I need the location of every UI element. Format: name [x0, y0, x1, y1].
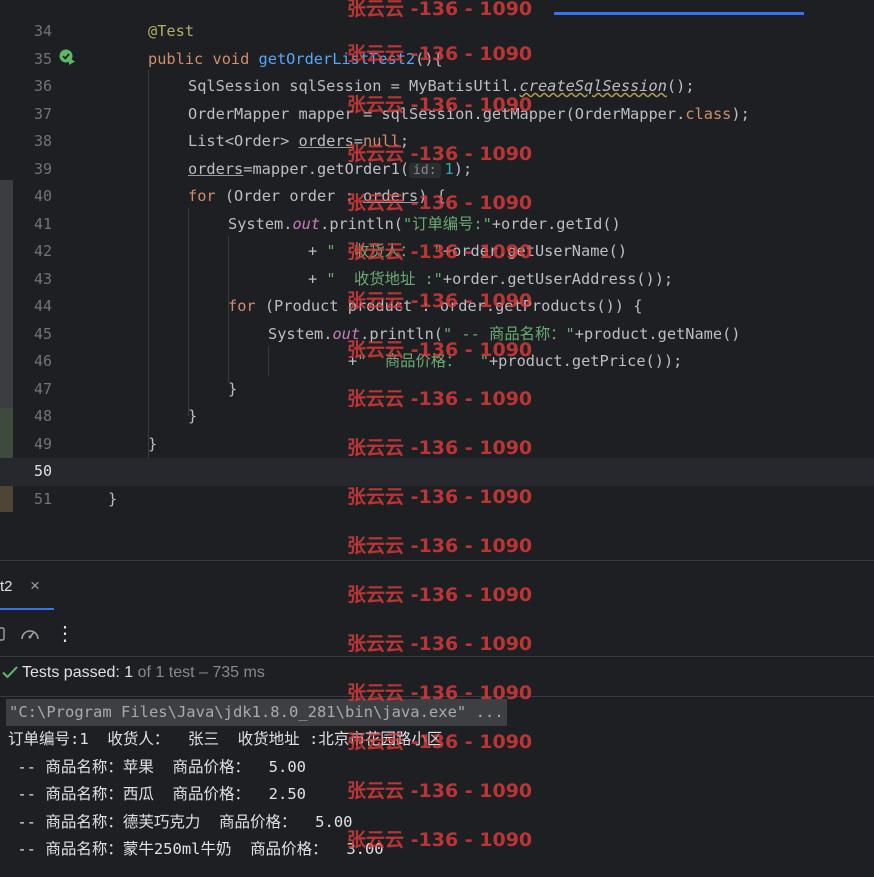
line-number: 39 [33, 159, 52, 178]
line-number: 43 [33, 269, 52, 288]
code-text: +" 商品价格： "+product.getPrice()); [348, 352, 683, 370]
code-line[interactable]: 46 +" 商品价格： "+product.getPrice()); [0, 348, 874, 376]
code-line[interactable]: 42 + " 收货人： "+order.getUserName() [0, 238, 874, 266]
code-line[interactable]: 39 orders=mapper.getOrder1(id: 1); [0, 156, 874, 184]
code-text: OrderMapper mapper = sqlSession.getMappe… [188, 104, 750, 123]
console-line: -- 商品名称：苹果 商品价格： 5.00 [8, 757, 306, 776]
code-line[interactable]: 45 System.out.println(" -- 商品名称："+produc… [0, 321, 874, 349]
code-text: for (Product product : order.getProducts… [228, 297, 643, 315]
line-number: 41 [33, 214, 52, 233]
line-number: 38 [33, 132, 52, 150]
line-number: 35 [33, 49, 52, 68]
code-editor[interactable]: 34 @Test 35 public void getOrderListTest… [0, 0, 874, 560]
code-text: } [228, 379, 238, 398]
code-line[interactable]: 47 } [0, 376, 874, 404]
line-number: 48 [33, 407, 52, 425]
line-number: 44 [33, 297, 52, 315]
code-line[interactable]: 40 for (Order order : orders) { [0, 183, 874, 211]
run-tab-label[interactable]: t2 [0, 578, 13, 595]
test-status-text: Tests passed: 1 of 1 test – 735 ms [22, 664, 265, 681]
line-number: 37 [33, 104, 52, 123]
run-toolbar: ⋮ [0, 612, 874, 657]
code-text: + " 收货地址 :"+order.getUserAddress()); [308, 269, 674, 288]
line-number: 51 [33, 489, 52, 508]
line-number: 36 [33, 77, 52, 95]
code-line[interactable]: 36 SqlSession sqlSession = MyBatisUtil.c… [0, 73, 874, 101]
code-line[interactable]: 37 OrderMapper mapper = sqlSession.getMa… [0, 101, 874, 129]
code-text: for (Order order : orders) { [188, 187, 446, 205]
code-line[interactable]: 44 for (Product product : order.getProdu… [0, 293, 874, 321]
console-command-line[interactable]: "C:\Program Files\Java\jdk1.8.0_281\bin\… [6, 699, 507, 726]
console-line: 订单编号:1 收货人： 张三 收货地址 :北京市花园路小区 [8, 730, 443, 748]
parameter-hint: id: [409, 162, 441, 178]
run-test-icon[interactable] [58, 48, 76, 66]
code-line-current[interactable]: 50 [0, 458, 874, 486]
code-line[interactable]: 35 public void getOrderListTest2(){ [0, 46, 874, 74]
active-tab-indicator [0, 608, 54, 610]
code-line[interactable]: 41 System.out.println("订单编号:"+order.getI… [0, 211, 874, 239]
code-text: public void getOrderListTest2(){ [148, 49, 443, 68]
check-icon [2, 666, 18, 679]
partial-toolbar-icon[interactable] [0, 626, 6, 642]
line-number: 47 [33, 379, 52, 398]
code-text: + " 收货人： "+order.getUserName() [308, 242, 628, 260]
code-line[interactable]: 51 } [0, 486, 874, 514]
line-number: 34 [33, 22, 52, 40]
code-text: @Test [148, 22, 195, 40]
line-number: 46 [33, 352, 52, 370]
code-text: SqlSession sqlSession = MyBatisUtil.crea… [188, 77, 695, 95]
line-number: 50 [33, 462, 52, 480]
code-line[interactable]: 34 @Test [0, 18, 874, 46]
more-options-icon[interactable]: ⋮ [55, 621, 75, 646]
code-text: orders=mapper.getOrder1(id: 1); [188, 159, 473, 178]
console-line: -- 商品名称：德芙巧克力 商品价格： 5.00 [8, 812, 353, 831]
line-number: 45 [33, 324, 52, 343]
active-editor-tab-indicator [554, 12, 804, 15]
code-text: } [148, 434, 158, 453]
code-line[interactable]: 43 + " 收货地址 :"+order.getUserAddress()); [0, 266, 874, 294]
line-number: 42 [33, 242, 52, 260]
console-line: -- 商品名称：蒙牛250ml牛奶 商品价格： 3.00 [8, 840, 384, 858]
console-line: -- 商品名称：西瓜 商品价格： 2.50 [8, 785, 306, 803]
line-number: 49 [33, 434, 52, 453]
code-text: } [108, 489, 118, 508]
code-text: List<Order> orders=null; [188, 132, 410, 150]
code-line[interactable]: 49 } [0, 431, 874, 459]
close-icon[interactable]: × [30, 576, 40, 596]
code-text: System.out.println("订单编号:"+order.getId() [228, 214, 621, 233]
code-text: System.out.println(" -- 商品名称："+product.g… [268, 324, 741, 343]
line-number: 40 [33, 187, 52, 205]
code-line[interactable]: 48 } [0, 403, 874, 431]
gauge-icon[interactable] [19, 625, 41, 643]
code-text: } [188, 407, 198, 425]
code-line[interactable]: 38 List<Order> orders=null; [0, 128, 874, 156]
